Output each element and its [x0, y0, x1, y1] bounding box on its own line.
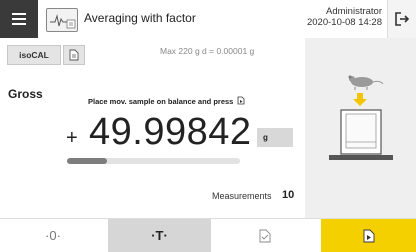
app-icon	[46, 8, 78, 32]
zero-button[interactable]: ·0·	[0, 219, 106, 252]
document-icon	[69, 49, 79, 61]
logout-button[interactable]	[387, 0, 416, 38]
isocal-button[interactable]: isoCAL	[7, 45, 61, 65]
result-button[interactable]	[321, 219, 416, 252]
measurements-label: Measurements	[212, 191, 272, 201]
progress-fill	[67, 158, 107, 164]
logout-icon	[395, 12, 410, 26]
mode-label: Gross	[8, 87, 43, 101]
stability-progress	[67, 158, 240, 164]
capacity-info: Max 220 g d = 0.00001 g	[160, 46, 255, 56]
tare-label: ·T·	[151, 228, 168, 243]
document-button[interactable]	[63, 45, 85, 65]
page-title: Averaging with factor	[84, 11, 196, 25]
top-bar: Averaging with factor Administrator 2020…	[0, 0, 416, 39]
tare-button[interactable]: ·T·	[108, 219, 211, 252]
menu-icon-line	[12, 23, 26, 25]
instruction-text: Place mov. sample on balance and press	[88, 96, 245, 106]
balance-illustration	[329, 75, 393, 160]
result-icon	[363, 229, 374, 242]
menu-icon	[12, 13, 26, 15]
datetime: 2020-10-08 14:28	[306, 17, 382, 28]
weight-value: 49.99842	[89, 111, 252, 153]
bottom-bar: ·0· ·T·	[0, 218, 416, 252]
user-name: Administrator	[326, 6, 382, 17]
print-icon	[259, 229, 271, 242]
user-info[interactable]: Administrator 2020-10-08 14:28	[307, 6, 382, 28]
instruction-label: Place mov. sample on balance and press	[88, 97, 234, 106]
instruction-panel	[305, 38, 416, 218]
result-icon	[238, 96, 245, 105]
print-button[interactable]	[211, 219, 319, 252]
measurements-value: 10	[282, 189, 295, 201]
menu-button[interactable]	[0, 0, 38, 38]
weight-sign: +	[66, 127, 78, 149]
unit-selector[interactable]: g	[257, 128, 293, 147]
zero-label: ·0·	[45, 228, 61, 243]
menu-icon-line	[12, 18, 26, 20]
